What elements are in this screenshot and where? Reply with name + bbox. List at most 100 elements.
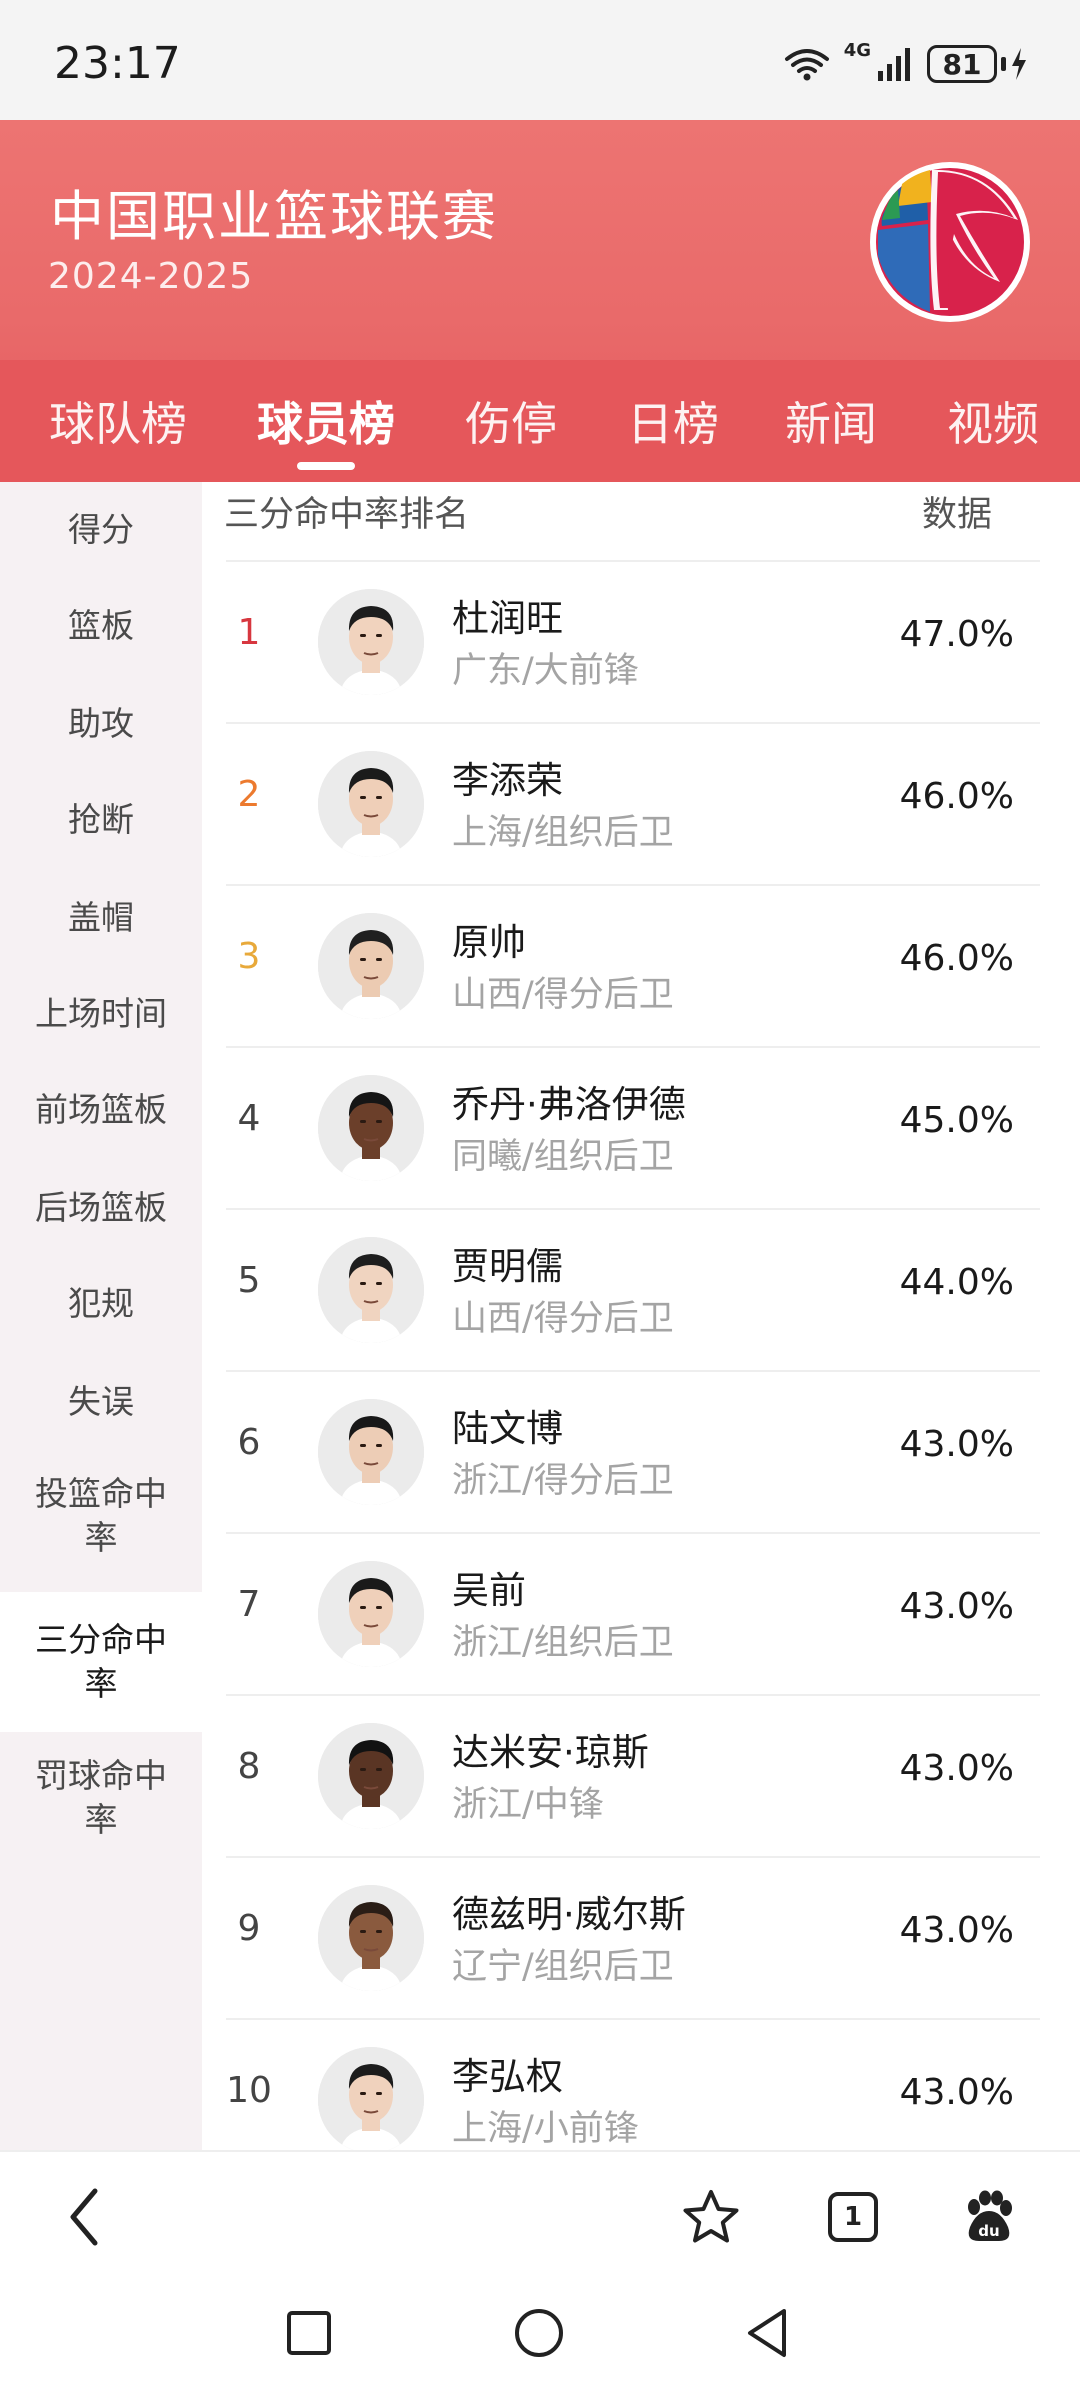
season-label: 2024-2025 — [48, 256, 254, 297]
player-row[interactable]: 7 吴前 浙江/组织后卫 43.0% — [202, 1532, 1080, 1694]
player-team-position: 山西/得分后卫 — [452, 975, 674, 1015]
circle-icon — [515, 2309, 563, 2357]
charging-icon — [1012, 48, 1026, 80]
back-button[interactable] — [50, 2182, 120, 2252]
player-rank: 6 — [237, 1422, 261, 1463]
system-back-button[interactable] — [732, 2298, 802, 2368]
player-name: 李弘权 — [452, 2055, 563, 2098]
sidebar-item-points[interactable]: 得分 — [0, 486, 202, 574]
player-row[interactable]: 2 李添荣 上海/组织后卫 46.0% — [202, 722, 1080, 884]
sidebar-item-minutes[interactable]: 上场时间 — [0, 970, 202, 1058]
player-rank: 4 — [237, 1098, 261, 1139]
star-icon — [683, 2190, 739, 2243]
player-name: 原帅 — [452, 921, 526, 964]
square-icon — [287, 2311, 331, 2355]
player-avatar — [318, 1723, 424, 1829]
tab-injuries[interactable]: 伤停 — [444, 360, 578, 482]
player-ranking-list: 1 杜润旺 广东/大前锋 47.0% 2 李添荣 上海/组织后卫 46.0% 3 原帅 山西/得分后… — [202, 560, 1080, 2150]
player-row[interactable]: 8 达米安·琼斯 浙江/中锋 43.0% — [202, 1694, 1080, 1856]
player-rank: 2 — [237, 774, 261, 815]
sidebar-item-ft-percentage[interactable]: 罚球命中率 — [0, 1736, 202, 1860]
recent-apps-button[interactable] — [274, 2298, 344, 2368]
battery-cap — [1001, 57, 1006, 71]
status-icons: 4G 81 — [784, 40, 1028, 84]
baidu-home-button[interactable]: du — [954, 2182, 1024, 2252]
back-arrow-icon — [70, 2188, 98, 2246]
tab-news[interactable]: 新闻 — [764, 360, 898, 482]
player-name: 杜润旺 — [452, 597, 563, 640]
row-divider — [226, 2018, 1040, 2020]
sidebar-item-fouls[interactable]: 犯规 — [0, 1260, 202, 1348]
player-team-position: 浙江/组织后卫 — [452, 1623, 674, 1663]
browser-toolbar: 1 du — [0, 2150, 1080, 2280]
row-divider — [226, 1046, 1040, 1048]
row-divider — [226, 1694, 1040, 1696]
active-tab-indicator — [297, 462, 355, 470]
sidebar-item-fg-percentage[interactable]: 投篮命中率 — [0, 1454, 202, 1578]
sidebar-item-3pt-percentage[interactable]: 三分命中率 — [0, 1592, 202, 1732]
cba-logo-icon — [870, 162, 1030, 322]
ranking-title: 三分命中率排名 — [224, 495, 470, 535]
player-row[interactable]: 1 杜润旺广东/大前锋 47.0% — [202, 560, 1080, 722]
player-stat-value: 43.0% — [899, 1748, 1014, 1789]
player-avatar — [318, 1237, 424, 1343]
home-button[interactable] — [504, 2298, 574, 2368]
player-team-position: 同曦/组织后卫 — [452, 1137, 674, 1177]
status-bar: 23:17 4G 81 — [0, 0, 1080, 120]
status-time: 23:17 — [54, 38, 181, 89]
league-header: 中国职业篮球联赛 2024-2025 球队榜 球员榜 伤停 日榜 新闻 视频 — [0, 120, 1080, 482]
player-team-position: 山西/得分后卫 — [452, 1299, 674, 1339]
player-stat-value: 46.0% — [899, 776, 1014, 817]
player-rank: 5 — [237, 1260, 261, 1301]
tabs-button[interactable]: 1 — [818, 2182, 888, 2252]
row-divider — [226, 1208, 1040, 1210]
sidebar-item-turnovers[interactable]: 失误 — [0, 1358, 202, 1446]
player-row[interactable]: 9 德兹明·威尔斯 辽宁/组织后卫 43.0% — [202, 1856, 1080, 2018]
league-title: 中国职业篮球联赛 — [50, 185, 498, 248]
sidebar-item-defensive-rebounds[interactable]: 后场篮板 — [0, 1164, 202, 1252]
player-team-position: 上海/小前锋 — [452, 2109, 639, 2149]
player-name: 德兹明·威尔斯 — [452, 1893, 686, 1936]
player-stat-value: 43.0% — [899, 2072, 1014, 2113]
sidebar-item-blocks[interactable]: 盖帽 — [0, 874, 202, 962]
row-divider — [226, 722, 1040, 724]
player-row[interactable]: 5 贾明儒山西/得分后卫 44.0% — [202, 1208, 1080, 1370]
player-row[interactable]: 10 李弘权上海/小前锋 43.0% — [202, 2018, 1080, 2150]
player-stat-value: 43.0% — [899, 1586, 1014, 1627]
row-divider — [226, 1856, 1040, 1858]
svg-text:du: du — [978, 2222, 999, 2240]
data-column-header: 数据 — [922, 495, 993, 535]
player-avatar — [318, 1561, 424, 1667]
player-team-position: 广东/大前锋 — [452, 651, 639, 691]
sidebar-item-rebounds[interactable]: 篮板 — [0, 582, 202, 670]
player-row[interactable]: 6 陆文博 浙江/得分后卫 43.0% — [202, 1370, 1080, 1532]
wifi-icon — [784, 49, 829, 81]
player-row[interactable]: 4 乔丹·弗洛伊德 同曦/组织后卫 45.0% — [202, 1046, 1080, 1208]
player-name: 李添荣 — [452, 759, 563, 802]
favorite-button[interactable] — [676, 2182, 746, 2252]
player-row[interactable]: 3 原帅 山西/得分后卫 46.0% — [202, 884, 1080, 1046]
player-name: 贾明儒 — [452, 1245, 563, 1288]
baidu-paw-icon: du — [968, 2190, 1012, 2241]
player-rank: 10 — [226, 2070, 272, 2111]
tab-team-ranking[interactable]: 球队榜 — [26, 360, 210, 482]
battery-level: 81 — [927, 45, 997, 83]
player-stat-value: 47.0% — [899, 614, 1014, 655]
signal-icon — [878, 48, 910, 81]
player-rank: 8 — [237, 1746, 261, 1787]
row-divider — [226, 1532, 1040, 1534]
player-avatar — [318, 1075, 424, 1181]
tab-videos[interactable]: 视频 — [926, 360, 1060, 482]
sidebar-item-steals[interactable]: 抢断 — [0, 776, 202, 864]
player-stat-value: 44.0% — [899, 1262, 1014, 1303]
player-rank: 1 — [237, 612, 261, 653]
player-team-position: 浙江/中锋 — [452, 1785, 604, 1825]
sidebar-item-offensive-rebounds[interactable]: 前场篮板 — [0, 1066, 202, 1154]
sidebar-item-assists[interactable]: 助攻 — [0, 680, 202, 768]
player-avatar — [318, 589, 424, 695]
tab-daily[interactable]: 日榜 — [606, 360, 740, 482]
player-name: 陆文博 — [452, 1407, 563, 1450]
player-team-position: 辽宁/组织后卫 — [452, 1947, 674, 1987]
tab-count: 1 — [843, 2202, 863, 2232]
player-avatar — [318, 913, 424, 1019]
